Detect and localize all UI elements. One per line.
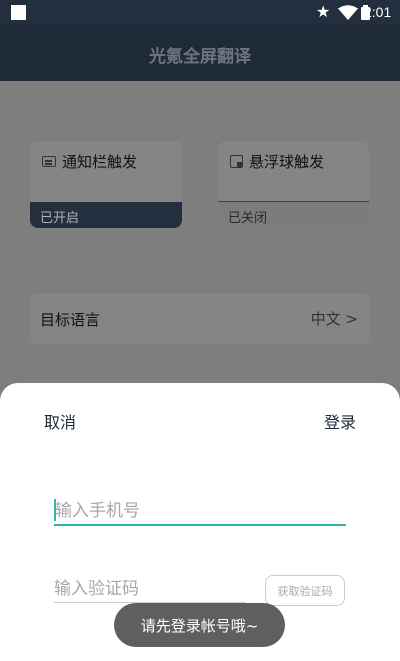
message-icon — [42, 156, 56, 167]
status-bar: ★ 2:01 — [0, 0, 400, 25]
app-bar: 光氪全屏翻译 — [0, 25, 400, 81]
notify-state-bar: 已开启 — [30, 202, 182, 228]
text-cursor — [54, 499, 56, 521]
app-title: 光氪全屏翻译 — [149, 47, 251, 67]
notify-trigger-label: 通知栏触发 — [62, 153, 138, 171]
login-button[interactable]: 登录 — [324, 409, 356, 433]
phone-input[interactable] — [54, 498, 346, 526]
target-language-value: 中文 > — [310, 310, 358, 328]
notify-state-text: 已开启 — [40, 211, 80, 226]
float-state-bar: 已关闭 — [218, 201, 369, 228]
code-input[interactable] — [54, 575, 246, 603]
float-trigger-card[interactable]: 悬浮球触发 已关闭 — [218, 141, 369, 228]
target-language-label: 目标语言 — [40, 311, 101, 329]
target-language-row[interactable]: 目标语言 中文 > — [30, 293, 370, 344]
status-time: 2:01 — [364, 4, 392, 20]
get-code-button[interactable]: 获取验证码 — [265, 575, 345, 606]
float-trigger-label: 悬浮球触发 — [249, 153, 325, 171]
float-state-text: 已关闭 — [228, 211, 268, 226]
notification-square-icon — [11, 5, 26, 20]
wifi-icon — [338, 5, 358, 20]
cancel-button[interactable]: 取消 — [44, 409, 76, 433]
star-icon: ★ — [316, 2, 331, 21]
notify-trigger-card[interactable]: 通知栏触发 已开启 — [30, 141, 182, 228]
toast: 请先登录帐号哦~ — [114, 603, 285, 647]
float-window-icon — [230, 155, 243, 168]
